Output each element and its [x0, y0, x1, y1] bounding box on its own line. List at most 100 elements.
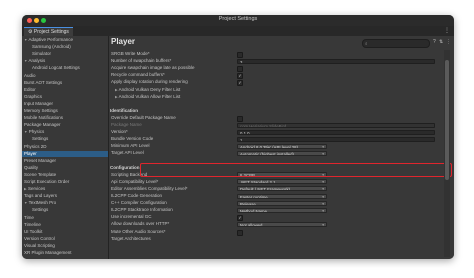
sidebar-item[interactable]: ▼ Adaptive Performance — [22, 37, 108, 43]
setting-dropdown[interactable]: Method Name ▾ — [237, 207, 327, 213]
setting-checkbox[interactable] — [237, 115, 243, 122]
sidebar-item[interactable]: UI Toolkit — [22, 229, 108, 235]
sidebar-item[interactable]: ▼ TextMesh Pro — [22, 200, 108, 206]
sidebar-item[interactable]: XR Plugin Management — [22, 250, 108, 256]
chevron-down-icon: ▾ — [322, 208, 324, 213]
setting-dropdown[interactable]: Default (.NET Framework) ▾ — [237, 186, 327, 192]
setting-row: Bundle Version Code 1 — [109, 136, 441, 142]
sidebar-item[interactable]: Input Manager — [22, 101, 108, 107]
setting-checkbox[interactable]: ✓ — [237, 73, 243, 80]
setting-text-field[interactable]: 1 — [237, 136, 435, 142]
setting-row: Api Compatibility Level* .NET Standard 2.… — [109, 179, 441, 185]
sidebar-item-label: Physics — [28, 129, 45, 135]
more-icon[interactable]: ⋮ — [444, 26, 450, 36]
sidebar-item-label: Script Execution Order — [24, 179, 70, 184]
chevron-right-icon[interactable]: ▶ — [24, 187, 27, 191]
sidebar-item[interactable]: Burst AOT Settings — [22, 80, 108, 86]
sidebar-item[interactable]: Editor — [22, 87, 108, 93]
setting-checkbox[interactable]: ✓ — [237, 215, 243, 222]
setting-text-field[interactable]: 3 — [237, 58, 435, 64]
sidebar-item[interactable]: Preset Manager — [22, 158, 108, 164]
setting-row: Version* 0.1.0 — [109, 129, 441, 135]
sidebar-item-label: Services — [27, 186, 46, 192]
dropdown-value: Android 8.0 'Pie' (API level 28) — [240, 144, 299, 149]
sidebar-item[interactable]: Player — [22, 150, 108, 157]
sidebar-item[interactable]: ▼ Analysis — [22, 58, 108, 64]
settings-sidebar: ▼ Adaptive Performance Samsung (Android) S… — [22, 36, 109, 259]
sidebar-item-label: Tags and Layers — [24, 193, 58, 199]
setting-label: Use incremental GC — [111, 214, 152, 220]
setting-checkbox[interactable]: ✓ — [237, 80, 243, 87]
sidebar-item-label: Settings — [32, 207, 49, 213]
chevron-down-icon[interactable]: ▼ — [24, 130, 27, 134]
setting-label: SRGB Write Mode* — [111, 51, 150, 56]
setting-dropdown[interactable]: Android 8.0 'Pie' (API level 28) ▾ — [237, 143, 327, 149]
sidebar-item[interactable]: Visual Scripting — [22, 243, 108, 249]
scrollbar[interactable] — [444, 50, 450, 257]
setting-text-field[interactable]: 0.1.0 — [237, 129, 435, 135]
help-icon[interactable]: ? — [433, 39, 436, 46]
foldout-label[interactable]: ▶ Android Vulkan Deny Filter List — [115, 87, 180, 93]
setting-checkbox[interactable] — [237, 229, 243, 236]
setting-row: Allow downloads over HTTP* Not allowed ▾ — [109, 221, 441, 227]
sidebar-item[interactable]: Samsung (Android) — [22, 44, 108, 50]
sidebar-item-label: Audio — [24, 72, 36, 78]
sidebar-item[interactable]: Quality — [22, 165, 108, 171]
setting-text-field: com.Heriarium.SlideBird — [237, 122, 435, 128]
chevron-down-icon: ▾ — [322, 180, 324, 185]
chevron-down-icon: ▾ — [322, 201, 324, 206]
sidebar-item[interactable]: Memory Settings — [22, 108, 108, 114]
sidebar-item[interactable]: Timeline — [22, 222, 108, 228]
sidebar-item[interactable]: Package Manager — [22, 122, 108, 128]
setting-row: Mute Other Audio Sources* — [109, 228, 441, 236]
sidebar-item[interactable]: Audio — [22, 73, 108, 79]
sidebar-item-label: Burst AOT Settings — [24, 79, 63, 85]
sidebar-item-label: Player — [24, 150, 37, 156]
sidebar-item[interactable]: Graphics — [22, 94, 108, 100]
preset-icon[interactable]: ⇅ — [439, 39, 443, 46]
sidebar-item[interactable]: Mobile Notifications — [22, 115, 108, 121]
setting-checkbox[interactable] — [237, 52, 243, 58]
setting-row: Number of swapchain buffers* 3 — [109, 58, 441, 64]
dropdown-value: Default (.NET Framework) — [240, 187, 291, 192]
chevron-down-icon[interactable]: ▼ — [24, 38, 27, 42]
setting-dropdown[interactable]: .NET Standard 2.1 ▾ — [237, 179, 327, 185]
setting-label: Allow downloads over HTTP* — [111, 221, 170, 227]
dropdown-value: Faster runtime — [240, 194, 268, 199]
chevron-down-icon[interactable]: ▼ — [24, 59, 27, 63]
sidebar-item[interactable]: Settings — [22, 136, 108, 142]
sidebar-item-label: Samsung (Android) — [32, 44, 71, 50]
setting-dropdown[interactable]: Not allowed ▾ — [237, 221, 327, 227]
sidebar-item[interactable]: Scene Template — [22, 172, 108, 178]
setting-row: Acquire swapchain image late as possible — [109, 65, 441, 73]
sidebar-item-label: Memory Settings — [24, 108, 58, 113]
foldout-label[interactable]: ▶ Android Vulkan Allow Filter List — [115, 94, 180, 100]
sidebar-item-label: Settings — [32, 136, 49, 142]
setting-label: Bundle Version Code — [111, 136, 154, 142]
sidebar-item[interactable]: Time — [22, 215, 108, 221]
sidebar-item[interactable]: Android Logcat Settings — [22, 65, 108, 71]
setting-dropdown[interactable]: Faster runtime ▾ — [237, 193, 327, 199]
sidebar-item-label: Package Manager — [24, 122, 61, 128]
sidebar-item-label: UI Toolkit — [24, 228, 43, 234]
more-icon[interactable]: ⋮ — [446, 39, 451, 46]
sidebar-item-label: Visual Scripting — [24, 242, 55, 248]
setting-label: Mute Other Audio Sources* — [111, 228, 166, 234]
sidebar-item[interactable]: ▶ Services — [22, 186, 108, 192]
sidebar-item[interactable]: Tags and Layers — [22, 193, 108, 199]
setting-row: Identification — [109, 108, 441, 114]
chevron-down-icon[interactable]: ▼ — [24, 201, 27, 205]
setting-checkbox[interactable] — [237, 66, 243, 73]
sidebar-item[interactable]: Settings — [22, 207, 108, 213]
sidebar-item[interactable]: Script Execution Order — [22, 179, 108, 185]
sidebar-item[interactable]: Physics 2D — [22, 144, 108, 150]
sidebar-item[interactable]: ▼ Physics — [22, 129, 108, 135]
search-input[interactable]: ⌕ — [362, 39, 430, 48]
setting-dropdown[interactable]: Automatic (highest installed) ▾ — [237, 150, 327, 156]
sidebar-item[interactable]: Simulator — [22, 51, 108, 57]
setting-dropdown[interactable]: Release ▾ — [237, 200, 327, 206]
scrollbar-thumb[interactable] — [445, 60, 449, 180]
setting-row: Minimum API Level Android 8.0 'Pie' (API … — [109, 143, 441, 149]
foldout-text: Android Vulkan Deny Filter List — [118, 86, 181, 92]
sidebar-item[interactable]: Version Control — [22, 236, 108, 242]
